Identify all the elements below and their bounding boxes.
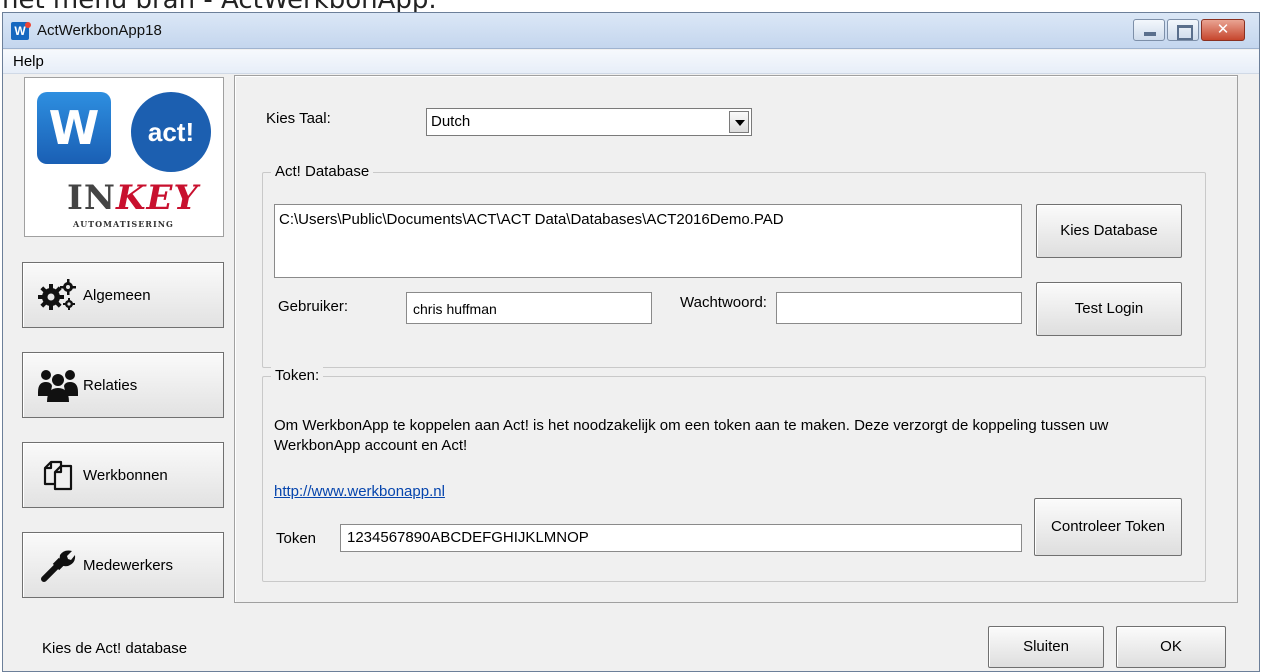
wrench-icon (37, 545, 79, 585)
close-button[interactable]: ✕ (1201, 19, 1245, 41)
nav-label-relaties: Relaties (83, 376, 138, 394)
menu-help[interactable]: Help (13, 53, 44, 70)
nav-label-werkbonnen: Werkbonnen (83, 466, 168, 484)
user-label: Gebruiker: (278, 298, 349, 315)
database-group-legend: Act! Database (271, 163, 374, 180)
token-group-legend: Token: (271, 367, 324, 384)
token-label: Token (276, 530, 317, 547)
status-text: Kies de Act! database (42, 640, 188, 657)
act-logo: act! (131, 92, 211, 172)
nav-button-werkbonnen[interactable]: Werkbonnen (22, 442, 224, 508)
background-caption: het menu bran - ActWerkbonApp. (0, 0, 1263, 12)
close-dialog-button[interactable]: Sluiten (988, 626, 1104, 668)
minimize-button[interactable] (1133, 19, 1165, 41)
user-field[interactable]: chris huffman (406, 292, 652, 324)
nav-label-medewerkers: Medewerkers (83, 556, 174, 574)
nav-label-algemeen: Algemeen (83, 286, 151, 304)
people-icon (37, 365, 79, 405)
nav-button-relaties[interactable]: Relaties (22, 352, 224, 418)
window-title: ActWerkbonApp18 (37, 22, 162, 39)
gears-icon (37, 275, 79, 315)
app-icon: W (11, 22, 31, 40)
maximize-button[interactable] (1167, 19, 1199, 41)
language-label: Kies Taal: (266, 110, 331, 127)
token-description: Om WerkbonApp te koppelen aan Act! is he… (274, 417, 1109, 454)
werkbonapp-link[interactable]: http://www.werkbonapp.nl (274, 483, 445, 500)
nav-button-algemeen[interactable]: Algemeen (22, 262, 224, 328)
check-token-button[interactable]: Controleer Token (1034, 498, 1182, 556)
chevron-down-icon[interactable] (729, 111, 749, 133)
title-bar: W ActWerkbonApp18 ✕ (3, 13, 1259, 49)
menu-bar: Help (3, 50, 1259, 74)
background-caption-text: het menu bran - ActWerkbonApp. (2, 0, 437, 12)
inkey-logo-subtitle: AUTOMATISERING (73, 219, 174, 229)
choose-database-button[interactable]: Kies Database (1036, 204, 1182, 258)
language-selected-value: Dutch (431, 113, 471, 130)
copy-documents-icon (37, 455, 79, 495)
ok-button[interactable]: OK (1116, 626, 1226, 668)
inkey-logo: INKEY (67, 178, 199, 218)
password-label: Wachtwoord: (680, 294, 767, 311)
inkey-logo-suffix: KEY (115, 178, 199, 218)
password-field[interactable] (776, 292, 1022, 324)
logo-panel: W act! INKEY AUTOMATISERING (24, 77, 224, 237)
language-select[interactable]: Dutch (426, 108, 752, 136)
token-field[interactable]: 1234567890ABCDEFGHIJKLMNOP (340, 524, 1022, 552)
inkey-logo-prefix: IN (67, 178, 116, 218)
werkbonapp-logo: W (37, 92, 111, 164)
database-path-field[interactable]: C:\Users\Public\Documents\ACT\ACT Data\D… (274, 204, 1022, 278)
test-login-button[interactable]: Test Login (1036, 282, 1182, 336)
nav-button-medewerkers[interactable]: Medewerkers (22, 532, 224, 598)
